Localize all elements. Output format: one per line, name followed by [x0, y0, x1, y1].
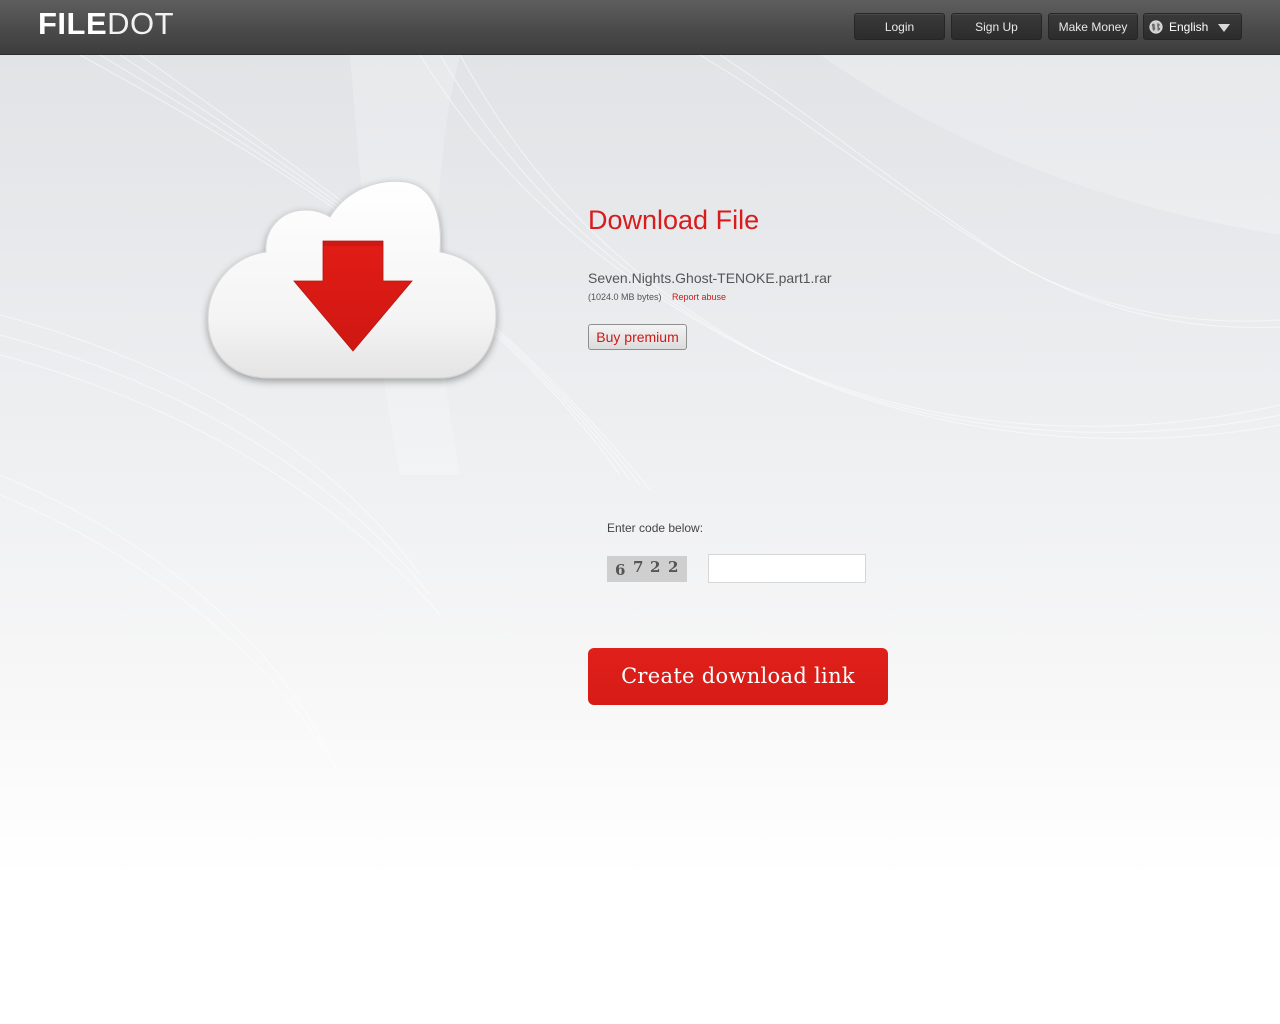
- page-background: [0, 55, 1280, 1024]
- captcha-image: 6 7 2 2: [607, 556, 687, 582]
- file-size: (1024.0 MB bytes): [588, 292, 662, 302]
- chevron-down-icon: [1218, 24, 1230, 32]
- cloud-download-icon: [207, 180, 497, 379]
- login-button[interactable]: Login: [854, 13, 945, 40]
- captcha-label: Enter code below:: [607, 521, 704, 535]
- logo-light-text: DOT: [107, 6, 175, 41]
- buy-premium-button[interactable]: Buy premium: [588, 324, 687, 350]
- captcha-input[interactable]: [708, 554, 866, 583]
- signup-button[interactable]: Sign Up: [951, 13, 1042, 40]
- logo-bold-text: FILE: [38, 6, 108, 41]
- captcha-digit: 2: [668, 558, 679, 576]
- top-header: FILEDOT Login Sign Up Make Money English: [0, 0, 1280, 55]
- cloud-download-illustration: [198, 170, 508, 390]
- language-selector[interactable]: English: [1143, 13, 1242, 40]
- create-download-link-button[interactable]: Create download link: [588, 648, 888, 705]
- report-abuse-link[interactable]: Report abuse: [672, 290, 726, 304]
- background-waves: [0, 55, 1280, 776]
- captcha-digit: 6: [615, 561, 626, 579]
- make-money-button[interactable]: Make Money: [1048, 13, 1138, 40]
- file-name: Seven.Nights.Ghost-TENOKE.part1.rar: [588, 270, 832, 286]
- globe-icon: [1149, 20, 1163, 34]
- captcha-digit: 7: [633, 558, 644, 576]
- language-label: English: [1169, 20, 1209, 34]
- captcha-digit: 2: [650, 558, 661, 576]
- page-title: Download File: [588, 205, 760, 235]
- site-logo[interactable]: FILEDOT: [38, 6, 174, 42]
